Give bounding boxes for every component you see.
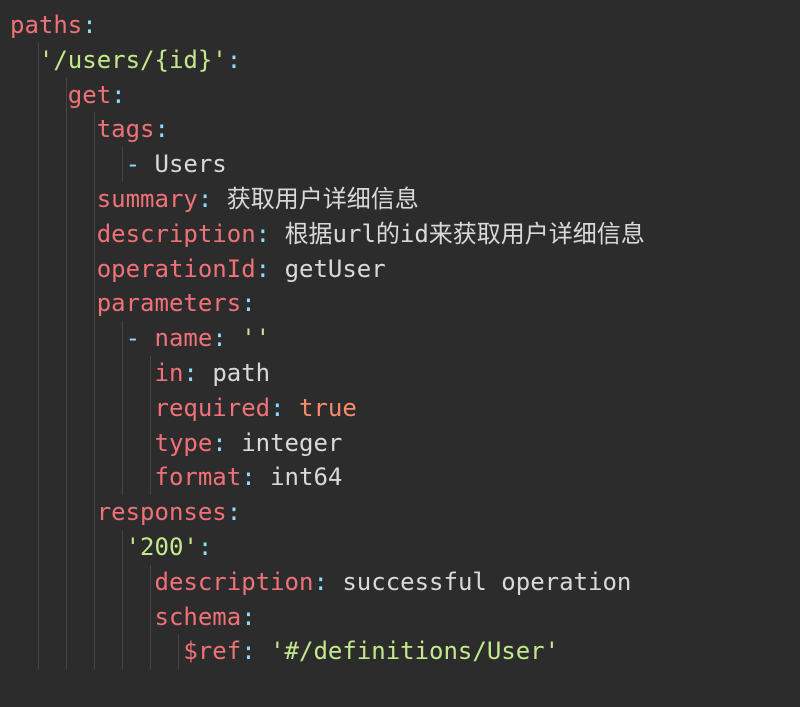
code-line: in: path bbox=[0, 356, 800, 391]
colon: : bbox=[198, 185, 212, 213]
colon: : bbox=[227, 46, 241, 74]
yaml-code-block: paths: '/users/{id}': get: tags: - Users… bbox=[0, 8, 800, 669]
code-line: operationId: getUser bbox=[0, 252, 800, 287]
colon: : bbox=[155, 115, 169, 143]
yaml-key: type bbox=[155, 429, 213, 457]
yaml-key: schema bbox=[155, 603, 242, 631]
code-line: parameters: bbox=[0, 286, 800, 321]
code-line: get: bbox=[0, 78, 800, 113]
code-line: type: integer bbox=[0, 426, 800, 461]
dash: - bbox=[126, 324, 155, 352]
yaml-value bbox=[270, 220, 284, 248]
yaml-value bbox=[256, 637, 270, 665]
colon: : bbox=[198, 533, 212, 561]
yaml-key: get bbox=[68, 81, 111, 109]
colon: : bbox=[212, 324, 226, 352]
code-line: description: 根据url的id来获取用户详细信息 bbox=[0, 217, 800, 252]
yaml-key: summary bbox=[97, 185, 198, 213]
yaml-key: operationId bbox=[97, 255, 256, 283]
yaml-value bbox=[227, 429, 241, 457]
colon: : bbox=[313, 568, 327, 596]
yaml-key: in bbox=[155, 359, 184, 387]
yaml-key: parameters bbox=[97, 289, 242, 317]
yaml-string: '/users/{id}' bbox=[39, 46, 227, 74]
yaml-value: path bbox=[212, 359, 270, 387]
yaml-value bbox=[270, 255, 284, 283]
yaml-value bbox=[328, 568, 342, 596]
colon: : bbox=[82, 11, 96, 39]
code-line: '200': bbox=[0, 530, 800, 565]
yaml-key: name bbox=[155, 324, 213, 352]
colon: : bbox=[241, 463, 255, 491]
yaml-key: description bbox=[97, 220, 256, 248]
colon: : bbox=[256, 255, 270, 283]
yaml-string: '#/definitions/User' bbox=[270, 637, 559, 665]
yaml-key: format bbox=[155, 463, 242, 491]
colon: : bbox=[212, 429, 226, 457]
code-line: schema: bbox=[0, 600, 800, 635]
yaml-value: getUser bbox=[285, 255, 386, 283]
yaml-value: successful operation bbox=[342, 568, 631, 596]
yaml-value bbox=[256, 463, 270, 491]
yaml-bool: true bbox=[299, 394, 357, 422]
yaml-key: required bbox=[155, 394, 271, 422]
colon: : bbox=[270, 394, 284, 422]
code-line: paths: bbox=[0, 8, 800, 43]
yaml-value bbox=[212, 185, 226, 213]
colon: : bbox=[227, 498, 241, 526]
yaml-value bbox=[285, 394, 299, 422]
colon: : bbox=[111, 81, 125, 109]
code-line: description: successful operation bbox=[0, 565, 800, 600]
yaml-value: 获取用户详细信息 bbox=[227, 185, 419, 213]
yaml-key: description bbox=[155, 568, 314, 596]
yaml-key: paths bbox=[10, 11, 82, 39]
yaml-value bbox=[227, 324, 241, 352]
code-line: '/users/{id}': bbox=[0, 43, 800, 78]
yaml-value: 根据url的id来获取用户详细信息 bbox=[285, 220, 645, 248]
code-line: $ref: '#/definitions/User' bbox=[0, 634, 800, 669]
colon: : bbox=[241, 637, 255, 665]
yaml-string: '200' bbox=[126, 533, 198, 561]
code-line: - Users bbox=[0, 147, 800, 182]
code-line: format: int64 bbox=[0, 460, 800, 495]
yaml-key: tags bbox=[97, 115, 155, 143]
dash: - bbox=[126, 150, 155, 178]
yaml-value: integer bbox=[241, 429, 342, 457]
code-line: tags: bbox=[0, 112, 800, 147]
yaml-key: $ref bbox=[183, 637, 241, 665]
code-line: required: true bbox=[0, 391, 800, 426]
yaml-value: Users bbox=[155, 150, 227, 178]
code-line: - name: '' bbox=[0, 321, 800, 356]
code-line: summary: 获取用户详细信息 bbox=[0, 182, 800, 217]
colon: : bbox=[256, 220, 270, 248]
yaml-key: responses bbox=[97, 498, 227, 526]
colon: : bbox=[241, 603, 255, 631]
yaml-value bbox=[198, 359, 212, 387]
yaml-string: '' bbox=[241, 324, 270, 352]
code-line: responses: bbox=[0, 495, 800, 530]
yaml-value: int64 bbox=[270, 463, 342, 491]
colon: : bbox=[241, 289, 255, 317]
colon: : bbox=[183, 359, 197, 387]
